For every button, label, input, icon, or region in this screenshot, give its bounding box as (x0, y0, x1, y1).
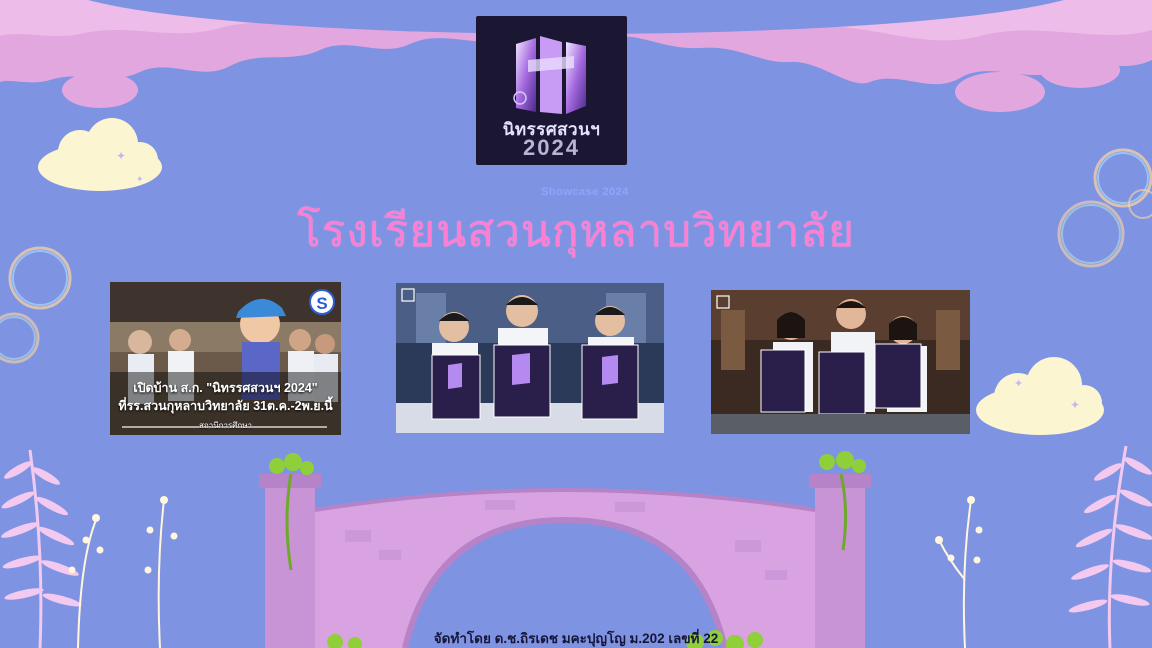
branch-left-decoration (144, 496, 178, 648)
svg-text:✦: ✦ (1070, 398, 1080, 412)
svg-text:✦: ✦ (136, 174, 144, 184)
cloud-right-decoration: ✦ ✦ (976, 357, 1104, 435)
news-channel-badge: S (309, 289, 335, 315)
exhibition-logo: นิทรรศสวนฯ 2024 (476, 16, 627, 165)
photo-3-image (711, 290, 970, 434)
photo-2-image (396, 283, 664, 433)
arch-bridge-decoration (259, 451, 871, 648)
news-photo-1[interactable]: S เปิดบ้าน ส.ก. "นิทรรศสวนฯ 2024" ที่รร.… (110, 282, 341, 435)
slide-canvas: ✦ ✦ ✦ ✦ นิทรรศสวนฯ 2024 Showcase 2024 โร… (0, 0, 1152, 648)
page-title: โรงเรียนสวนกุหลาบวิทยาลัย (296, 206, 856, 257)
footer-credit: จัดทำโดย ด.ช.ถิรเดช มคะปุญโญ ม.202 เลขที… (433, 631, 719, 646)
logo-year-text: 2024 (523, 135, 580, 160)
news-photo-2[interactable] (396, 283, 664, 433)
bubbles-left-decoration (0, 246, 72, 364)
news-photo-3[interactable] (711, 290, 970, 434)
svg-text:✦: ✦ (1014, 378, 1023, 390)
photo-1-caption-source: สถานีการศึกษา (198, 421, 252, 430)
branch-right-decoration (935, 496, 983, 648)
svg-text:✦: ✦ (116, 149, 126, 163)
bubbles-right-decoration (1057, 148, 1152, 268)
cloud-left-decoration: ✦ ✦ (38, 118, 162, 191)
fern-right-decoration (1068, 445, 1152, 648)
photo-1-caption-line2: ที่รร.สวนกุหลาบวิทยาลัย 31ต.ค.-2พ.ย.นี้ (118, 399, 333, 413)
photo-1-caption-line1: เปิดบ้าน ส.ก. "นิทรรศสวนฯ 2024" (133, 381, 318, 395)
fern-left-decoration (1, 449, 104, 648)
